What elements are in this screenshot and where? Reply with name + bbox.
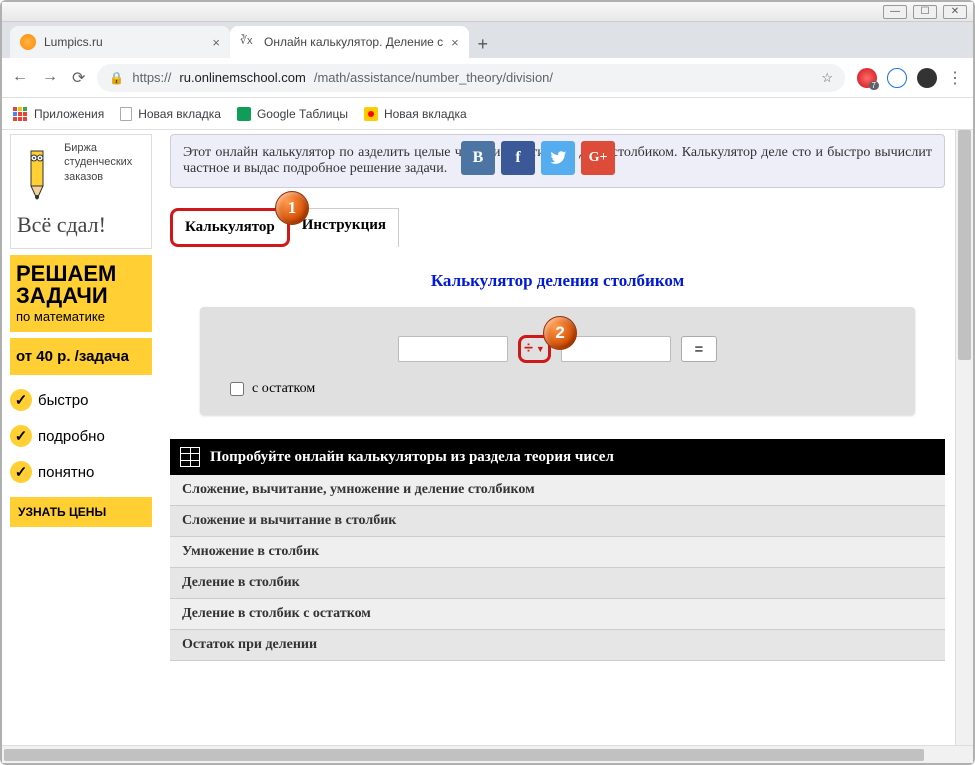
intro-text: Этот онлайн калькулятор по азделить целы… [170, 134, 945, 188]
back-button[interactable]: ← [12, 68, 28, 88]
bookmark-sheets[interactable]: Google Таблицы [237, 107, 348, 121]
remainder-label: с остатком [252, 381, 315, 397]
calculator-title: Калькулятор деления столбиком [160, 271, 955, 291]
profile-avatar[interactable] [917, 68, 937, 88]
operand2-input[interactable] [561, 336, 671, 362]
browser-menu-button[interactable]: ⋮ [947, 68, 963, 88]
benefit-item: ✓понятно [10, 461, 152, 483]
share-vk-button[interactable]: B [461, 141, 495, 175]
new-tab-button[interactable]: + [469, 30, 497, 58]
favicon-icon [20, 34, 36, 50]
ad-solve[interactable]: РЕШАЕМ ЗАДАЧИ по математике [10, 255, 152, 332]
related-header: Попробуйте онлайн калькуляторы из раздел… [170, 439, 945, 475]
maximize-button[interactable]: ☐ [913, 5, 937, 19]
benefit-item: ✓подробно [10, 425, 152, 447]
benefit-item: ✓быстро [10, 389, 152, 411]
close-window-button[interactable]: ✕ [943, 5, 967, 19]
bookmarks-bar: Приложения Новая вкладка Google Таблицы … [2, 98, 973, 130]
related-link[interactable]: Умножение в столбик [170, 537, 945, 568]
check-icon: ✓ [10, 461, 32, 483]
favicon-icon: ∛x [240, 34, 256, 50]
window-titlebar: — ☐ ✕ [2, 2, 973, 22]
address-bar[interactable]: 🔒 https:// ru.onlinemschool.com/math/assi… [97, 64, 845, 92]
sheets-icon [237, 107, 251, 121]
browser-tabstrip: Lumpics.ru × ∛x Онлайн калькулятор. Деле… [2, 22, 973, 58]
bookmark-newtab2[interactable]: Новая вкладка [364, 107, 467, 121]
divide-icon: ÷ [524, 340, 533, 358]
related-link[interactable]: Сложение и вычитание в столбик [170, 506, 945, 537]
share-twitter-button[interactable] [541, 141, 575, 175]
yandex-icon [364, 107, 378, 121]
browser-tab-lumpics[interactable]: Lumpics.ru × [10, 26, 230, 58]
annotation-marker-1: 1 [275, 191, 309, 225]
url-path: /math/assistance/number_theory/division/ [314, 70, 553, 85]
app-window: — ☐ ✕ Lumpics.ru × ∛x Онлайн калькулятор… [0, 0, 975, 765]
minimize-button[interactable]: — [883, 5, 907, 19]
close-tab-icon[interactable]: × [451, 35, 459, 50]
tab-calculator[interactable]: Калькулятор 1 [170, 208, 290, 247]
bookmark-star-icon[interactable]: ☆ [821, 70, 833, 86]
check-icon: ✓ [10, 425, 32, 447]
left-sidebar: Биржа студенческих заказов Всё сдал! РЕШ… [2, 130, 160, 745]
related-link[interactable]: Деление в столбик [170, 568, 945, 599]
operand1-input[interactable] [398, 336, 508, 362]
horizontal-scrollbar[interactable] [2, 745, 973, 763]
related-list: Сложение, вычитание, умножение и деление… [170, 475, 945, 661]
browser-toolbar: ← → ⟳ 🔒 https:// ru.onlinemschool.com/mat… [2, 58, 973, 98]
lock-icon: 🔒 [109, 71, 124, 85]
bookmark-newtab[interactable]: Новая вкладка [120, 107, 221, 121]
vertical-scrollbar[interactable] [955, 130, 973, 745]
document-icon [120, 107, 132, 121]
reload-button[interactable]: ⟳ [72, 68, 85, 88]
content-area: Биржа студенческих заказов Всё сдал! РЕШ… [2, 130, 973, 745]
badge-count: 7 [869, 81, 879, 90]
related-link[interactable]: Сложение, вычитание, умножение и деление… [170, 475, 945, 506]
calculator-panel: ÷ ▼ 2 = с остатком [200, 307, 915, 415]
scrollbar-thumb[interactable] [4, 749, 924, 761]
share-googleplus-button[interactable]: G+ [581, 141, 615, 175]
dropdown-arrow-icon: ▼ [536, 344, 545, 354]
share-buttons: B f G+ [461, 141, 615, 175]
related-link[interactable]: Остаток при делении [170, 630, 945, 661]
ad-benefits: ✓быстро ✓подробно ✓понятно [10, 389, 152, 483]
annotation-marker-2: 2 [543, 316, 577, 350]
scrollbar-thumb[interactable] [958, 130, 971, 360]
ad-slogan: Всё сдал! [17, 212, 145, 238]
check-icon: ✓ [10, 389, 32, 411]
pencil-mascot-icon [17, 141, 57, 201]
tab-title: Lumpics.ru [44, 35, 103, 49]
operator-selector[interactable]: ÷ ▼ 2 [518, 335, 551, 363]
equals-button[interactable]: = [681, 336, 717, 362]
ad-price[interactable]: от 40 р. /задача [10, 338, 152, 375]
forward-button[interactable]: → [42, 68, 58, 88]
remainder-option: с остатком [230, 381, 885, 397]
tab-title: Онлайн калькулятор. Деление с [264, 35, 443, 49]
share-facebook-button[interactable]: f [501, 141, 535, 175]
nav-icons: ← → ⟳ [12, 68, 85, 88]
apps-grid-icon [12, 106, 28, 122]
browser-tab-calculator[interactable]: ∛x Онлайн калькулятор. Деление с × [230, 26, 469, 58]
extension-opera-icon[interactable]: 7 [857, 68, 877, 88]
url-prefix: https:// [132, 70, 171, 85]
remainder-checkbox[interactable] [230, 382, 244, 396]
twitter-icon [549, 149, 567, 167]
related-link[interactable]: Деление в столбик с остатком [170, 599, 945, 630]
calculator-tabs: Калькулятор 1 Инструкция [170, 208, 955, 247]
ad-birzha[interactable]: Биржа студенческих заказов Всё сдал! [10, 134, 152, 249]
extension-icons: 7 ⋮ [857, 68, 963, 88]
close-tab-icon[interactable]: × [212, 35, 220, 50]
url-host: ru.onlinemschool.com [179, 70, 305, 85]
ad-cta-button[interactable]: УЗНАТЬ ЦЕНЫ [10, 497, 152, 527]
main-column: Этот онлайн калькулятор по азделить целы… [160, 130, 955, 745]
calculator-icon [180, 447, 200, 467]
extension-globe-icon[interactable] [887, 68, 907, 88]
calculator-row: ÷ ▼ 2 = [230, 335, 885, 363]
page: Биржа студенческих заказов Всё сдал! РЕШ… [2, 130, 955, 745]
bookmark-apps[interactable]: Приложения [12, 106, 104, 122]
